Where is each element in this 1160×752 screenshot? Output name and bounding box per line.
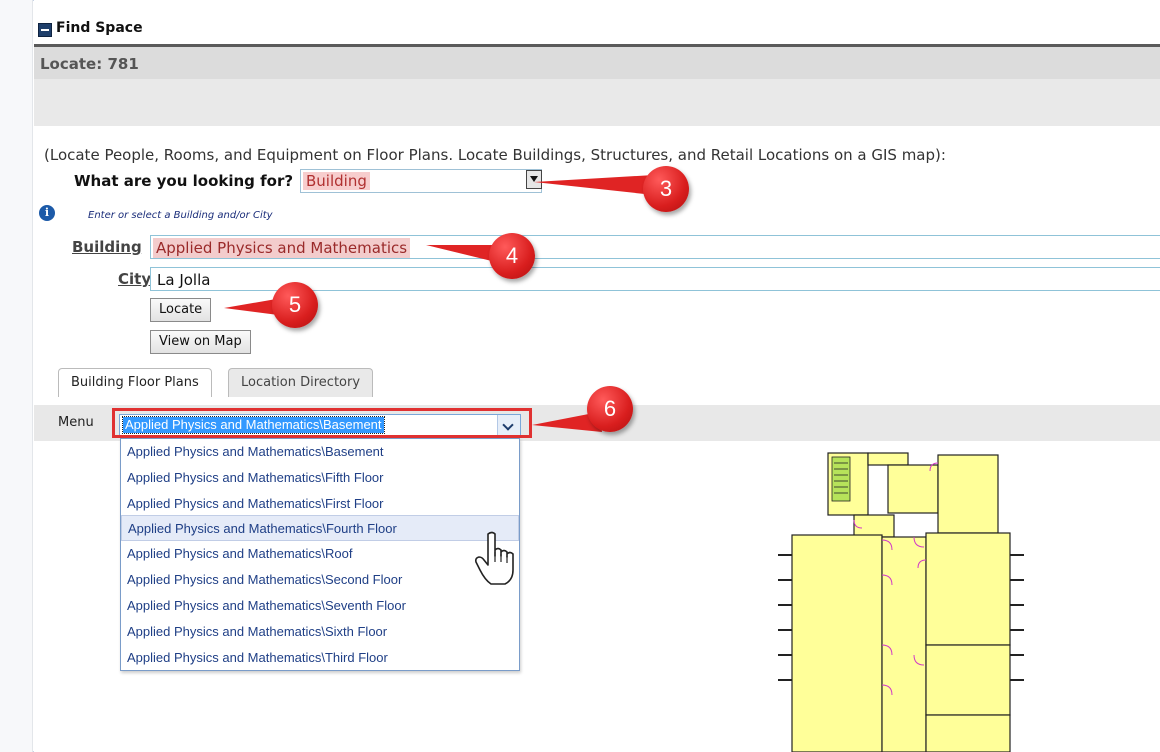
- locate-bar: Locate: 781: [34, 47, 1160, 79]
- building-value: Applied Physics and Mathematics: [153, 238, 411, 258]
- floor-dropdown-list: Applied Physics and Mathematics\Basement…: [120, 438, 520, 671]
- dropdown-option-hovered[interactable]: Applied Physics and Mathematics\Fourth F…: [121, 515, 519, 541]
- dropdown-option[interactable]: Applied Physics and Mathematics\Basement: [121, 439, 519, 465]
- dropdown-option[interactable]: Applied Physics and Mathematics\Roof: [121, 541, 519, 567]
- callout-4: 4: [489, 233, 535, 279]
- hint-text: Enter or select a Building and/or City: [88, 210, 273, 221]
- lookfor-select[interactable]: Building: [300, 169, 542, 193]
- collapse-icon[interactable]: [38, 23, 52, 37]
- callout-6: 6: [587, 386, 633, 432]
- callout-5: 5: [272, 282, 318, 328]
- building-field[interactable]: Applied Physics and Mathematics: [150, 235, 1160, 259]
- locate-button[interactable]: Locate: [150, 298, 212, 322]
- info-icon: i: [39, 205, 55, 221]
- lookfor-label: What are you looking for?: [74, 172, 294, 190]
- dropdown-option[interactable]: Applied Physics and Mathematics\Second F…: [121, 567, 519, 593]
- dropdown-arrow-icon[interactable]: [526, 170, 542, 189]
- panel-header: Find Space: [34, 16, 1160, 47]
- menu-label: Menu: [58, 415, 94, 430]
- building-label[interactable]: Building: [72, 238, 142, 256]
- annotation-highlight-box: [112, 408, 532, 438]
- tab-building-floor-plans[interactable]: Building Floor Plans: [58, 368, 212, 397]
- toolbar-area: [34, 79, 1160, 126]
- left-margin: [0, 0, 33, 752]
- locate-label: Locate: 781: [40, 55, 139, 73]
- dropdown-option[interactable]: Applied Physics and Mathematics\Seventh …: [121, 593, 519, 619]
- view-on-map-button[interactable]: View on Map: [150, 330, 251, 354]
- intro-text: (Locate People, Rooms, and Equipment on …: [44, 146, 946, 164]
- floor-plan-image: [778, 452, 1024, 752]
- panel-title: Find Space: [56, 20, 143, 36]
- tab-location-directory[interactable]: Location Directory: [228, 368, 374, 397]
- callout-3: 3: [643, 166, 689, 212]
- dropdown-option[interactable]: Applied Physics and Mathematics\Sixth Fl…: [121, 619, 519, 645]
- dropdown-option[interactable]: Applied Physics and Mathematics\First Fl…: [121, 491, 519, 517]
- dropdown-option[interactable]: Applied Physics and Mathematics\Third Fl…: [121, 645, 519, 671]
- find-space-panel: Find Space Locate: 781 (Locate People, R…: [34, 0, 1160, 752]
- lookfor-value: Building: [303, 172, 370, 190]
- city-label[interactable]: City: [118, 270, 151, 288]
- dropdown-option[interactable]: Applied Physics and Mathematics\Fifth Fl…: [121, 465, 519, 491]
- hand-cursor-icon: [475, 531, 514, 585]
- city-value: La Jolla: [157, 271, 211, 289]
